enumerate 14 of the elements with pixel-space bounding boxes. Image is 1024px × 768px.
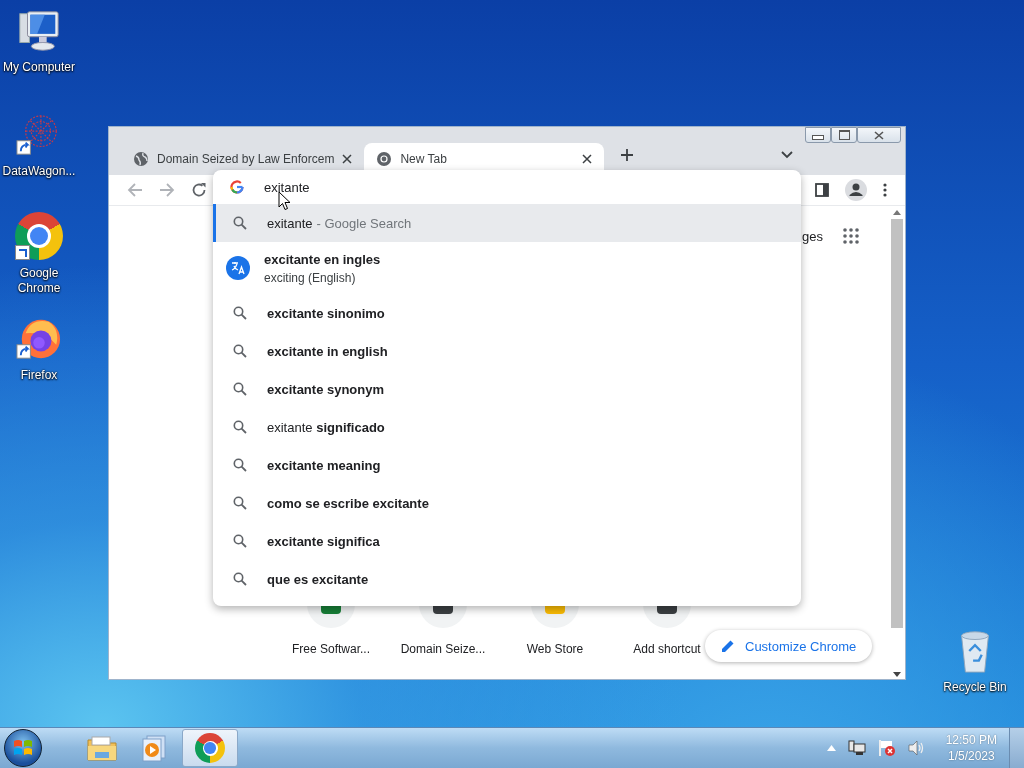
tab-title: New Tab: [400, 152, 448, 166]
suggestion-text: excitante in english: [267, 343, 388, 359]
suggestion-text: exitante: [267, 215, 313, 231]
suggestion-text: excitante en ingles: [264, 251, 381, 267]
suggestion-text: excitante sinonimo: [267, 305, 385, 321]
suggestion-text: que es excitante: [267, 571, 369, 587]
suggestion-text: exitante significado: [267, 419, 385, 435]
suggestion-text: como se escribe excitante: [267, 495, 429, 511]
tab-title: Domain Seized by Law Enforcem: [157, 152, 335, 166]
suggestion-text: excitante significa: [267, 533, 380, 549]
suggestion-description: - Google Search: [316, 215, 412, 231]
suggestion-text: excitante meaning: [267, 457, 381, 473]
suggestion-description: exciting (English): [264, 270, 357, 285]
suggestion-text: excitante synonym: [267, 381, 385, 397]
